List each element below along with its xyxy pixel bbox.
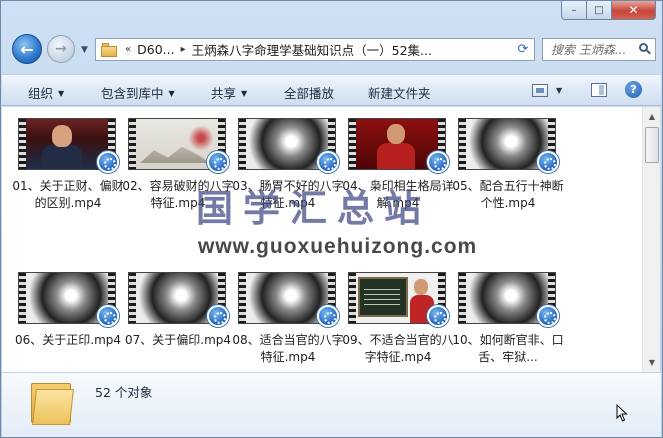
folder-icon [29,379,75,427]
minimize-button[interactable]: – [561,1,587,20]
chevron-down-icon: ▼ [241,89,248,98]
recent-pages-dropdown[interactable]: ▼ [81,45,91,55]
refresh-button[interactable]: ⟳ [512,38,535,61]
file-item[interactable]: 06、关于正印.mp4 [15,272,123,360]
file-item[interactable]: 08、适合当官的八字特征.mp4 [232,272,344,364]
back-arrow-icon: ← [20,39,34,59]
media-player-icon [317,305,339,327]
caption-buttons: – □ ✕ [561,1,656,20]
file-name[interactable]: 10、如何断官非、口舌、牢狱... [452,332,564,366]
media-player-icon [427,305,449,327]
media-player-icon [537,151,559,173]
breadcrumb-overflow[interactable]: « [125,44,131,55]
refresh-icon: ⟳ [517,42,529,57]
media-player-icon [537,305,559,327]
file-name[interactable]: 09、不适合当官的八字特征.mp4 [342,332,454,366]
file-name[interactable]: 05、配合五行十神断个性.mp4 [452,178,564,212]
film-strip [239,273,246,323]
file-name[interactable]: 07、关于偏印.mp4 [122,332,234,349]
vertical-scrollbar[interactable]: ▲ ▼ [642,107,660,372]
file-item[interactable]: 05、配合五行十神断个性.mp4 [452,118,564,210]
film-strip [129,119,136,169]
forward-button[interactable]: → [47,35,75,63]
file-item[interactable]: 07、关于偏印.mp4 [125,272,233,360]
chevron-down-icon: ▼ [58,89,65,98]
film-strip [239,119,246,169]
folder-icon [101,42,119,57]
file-item[interactable]: 01、关于正财、偏财的区别.mp4 [12,118,124,210]
explorer-window: – □ ✕ ← → ▼ « D60... ▸ 王炳森八字命理学基础知识点（一）5… [0,0,663,438]
media-player-icon [207,305,229,327]
file-item[interactable]: 10、如何断官非、口舌、牢狱... [452,272,564,364]
play-all-button[interactable]: 全部播放 [284,83,334,102]
media-player-icon [97,151,119,173]
chevron-down-icon[interactable]: ▼ [556,86,562,95]
film-strip [349,119,356,169]
film-strip [19,273,26,323]
object-count: 52 个对象 [95,385,153,400]
preview-pane-button[interactable] [591,83,607,97]
command-bar: 组织 ▼ 包含到库中 ▼ 共享 ▼ 全部播放 新建文件夹 ▼ ? [2,74,661,106]
organize-menu[interactable]: 组织 ▼ [28,83,64,102]
media-player-icon [317,151,339,173]
view-icon [532,83,548,97]
watermark-url: www.guoxuehuizong.com [198,235,478,258]
new-folder-button[interactable]: 新建文件夹 [368,83,431,102]
media-player-icon [427,151,449,173]
maximize-button[interactable]: □ [587,1,612,20]
breadcrumb-separator-icon[interactable]: ▸ [181,44,186,55]
navigation-bar: ← → ▼ « D60... ▸ 王炳森八字命理学基础知识点（一）52集... … [1,31,662,69]
film-strip [19,119,26,169]
breadcrumb-drive[interactable]: D60... [137,42,174,57]
film-strip [459,119,466,169]
file-name[interactable]: 01、关于正财、偏财的区别.mp4 [12,178,124,212]
address-bar[interactable]: « D60... ▸ 王炳森八字命理学基础知识点（一）52集... ▼ [95,38,535,61]
back-button[interactable]: ← [12,34,42,64]
file-name[interactable]: 08、适合当官的八字特征.mp4 [232,332,344,366]
film-strip [459,273,466,323]
film-strip [129,273,136,323]
search-box[interactable]: 搜索 王炳森... [542,38,656,61]
breadcrumb-current-folder[interactable]: 王炳森八字命理学基础知识点（一）52集... [192,40,432,59]
scroll-up-icon[interactable]: ▲ [644,108,660,125]
file-item[interactable]: 09、不适合当官的八字特征.mp4 [342,272,454,364]
scrollbar-thumb[interactable] [645,127,659,163]
include-in-library-menu[interactable]: 包含到库中 ▼ [101,83,175,102]
help-icon[interactable]: ? [625,81,642,98]
mouse-cursor-icon [616,404,628,422]
scroll-down-icon[interactable]: ▼ [644,354,660,371]
search-placeholder: 搜索 王炳森... [551,43,627,57]
file-name[interactable]: 06、关于正印.mp4 [12,332,124,349]
chevron-down-icon: ▼ [168,89,175,98]
details-pane: 52 个对象 [2,372,661,437]
media-player-icon [97,305,119,327]
watermark-title: 国学汇总站 [196,186,431,230]
film-strip [349,273,356,323]
media-player-icon [207,151,229,173]
forward-arrow-icon: → [55,41,67,57]
change-view-button[interactable]: ▼ [532,80,572,100]
close-button[interactable]: ✕ [612,1,656,20]
search-icon[interactable] [639,43,651,55]
share-menu[interactable]: 共享 ▼ [211,83,247,102]
